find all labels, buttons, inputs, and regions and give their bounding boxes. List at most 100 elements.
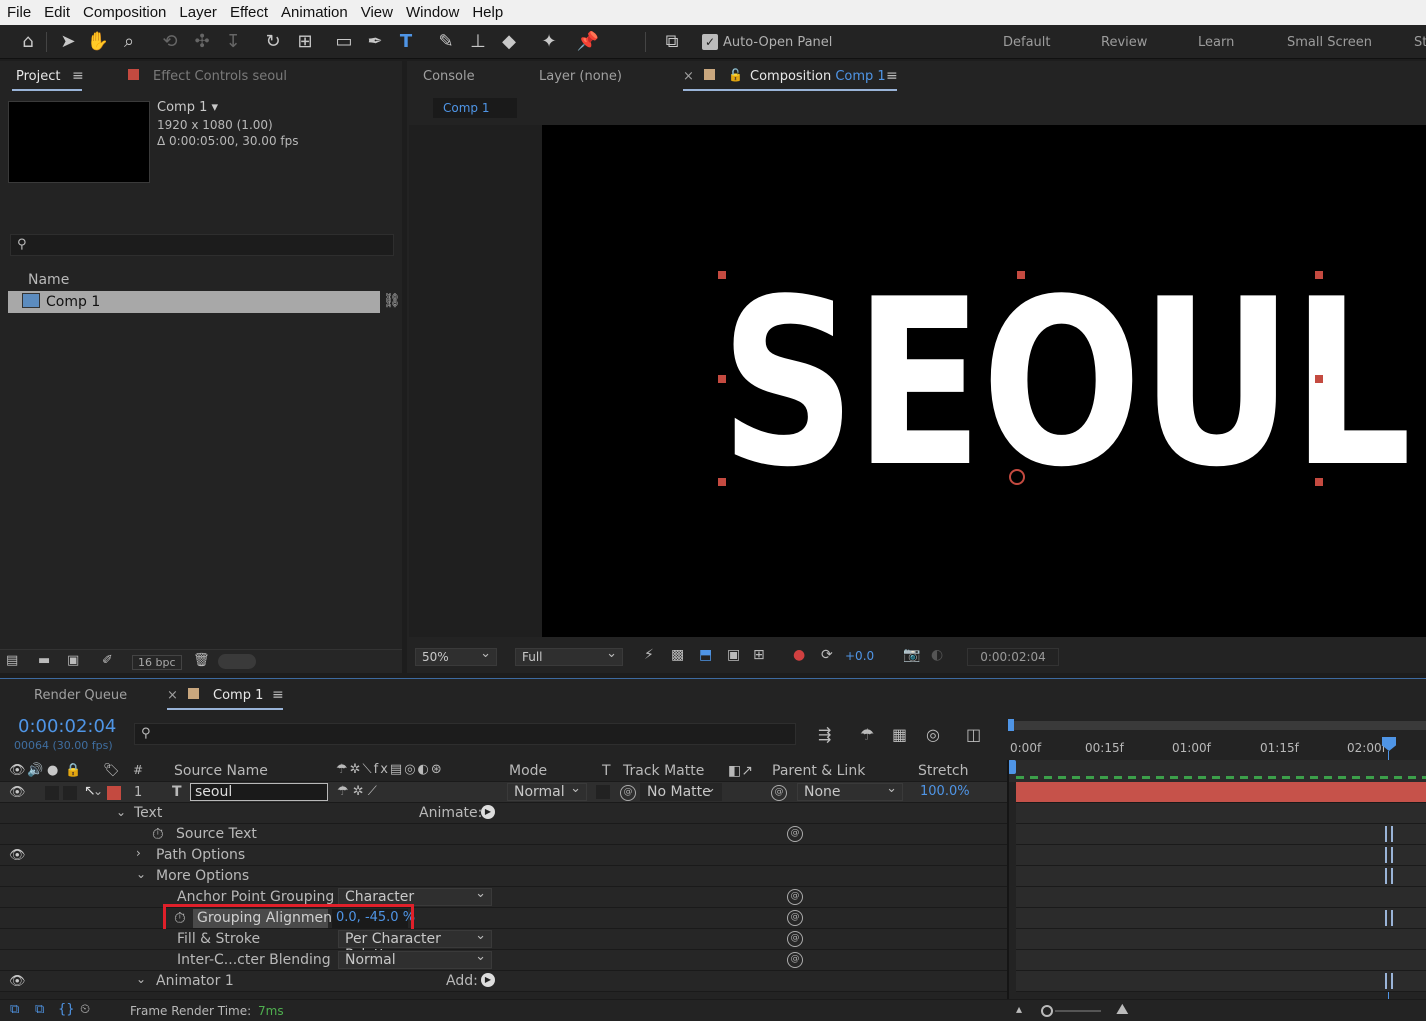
shy-layers-icon[interactable]: ☂ [860,725,874,744]
menu-animation[interactable]: Animation [274,4,354,21]
zoom-slider-handle[interactable] [1041,1005,1053,1017]
new-composition-icon[interactable]: ▣ [67,653,79,668]
blend-mode-dropdown[interactable]: Normal [507,781,587,801]
menu-window[interactable]: Window [399,4,465,21]
pick-whip-icon[interactable]: @ [620,785,636,801]
comp-sub-tab[interactable]: Comp 1 [433,98,517,118]
type-tool-icon[interactable]: T [394,30,418,54]
menu-file[interactable]: File [0,4,37,21]
audio-switch-icon[interactable]: 🔊 [27,763,43,778]
prop-row-more-options[interactable]: ⌄ More Options [0,866,1008,887]
work-area-bar[interactable] [1012,721,1426,730]
prop-row-anchor-grouping[interactable]: Anchor Point Grouping Character @ [0,886,1008,908]
stopwatch-icon[interactable]: ⏱ [152,825,164,843]
chevron-right-icon[interactable]: › [136,846,141,860]
video-switch-icon[interactable]: 👁 [9,763,26,778]
interpret-footage-icon[interactable]: ▤ [6,653,18,668]
bit-depth-button[interactable]: 16 bpc [132,655,182,670]
chevron-down-icon[interactable]: ⌄ [116,805,126,819]
rectangle-tool-icon[interactable]: ▭ [332,30,356,54]
composition-canvas[interactable]: SEOUL [542,125,1426,637]
seoul-text-layer[interactable]: SEOUL [720,265,1412,505]
zoom-in-icon[interactable]: ⛰ [1116,1000,1129,1018]
current-timecode[interactable]: 0:00:02:04 [18,716,116,737]
menu-edit[interactable]: Edit [37,4,76,21]
layer-switch-icons[interactable]: ☂ ✲ ⟋ [337,784,377,799]
zoom-out-icon[interactable]: ▴ [1016,1002,1022,1016]
keyframe-marker[interactable] [1385,868,1393,884]
zoom-slider-track[interactable] [1055,1010,1101,1012]
chevron-down-icon[interactable]: ⌄ [93,784,103,798]
fill-stroke-dropdown[interactable]: Per Character Palette [338,928,492,963]
lock-switch-icon[interactable]: 🔒 [65,763,81,778]
expression-pick-whip-icon[interactable]: @ [787,826,803,842]
blending-dropdown[interactable]: Normal [338,949,492,969]
pan-behind-tool-icon[interactable]: ⊞ [293,30,317,54]
tab-layer[interactable]: Layer (none) [539,69,622,84]
workspace-default[interactable]: Default [1003,35,1051,50]
tab-effect-controls[interactable]: Effect Controls seoul [153,69,287,84]
brush-tool-icon[interactable]: ✎ [434,30,458,54]
tab-comp-1[interactable]: Comp 1 [213,688,263,703]
region-of-interest-icon[interactable]: ▣ [727,647,740,663]
workspace-review[interactable]: Review [1101,35,1147,50]
expression-pick-whip-icon[interactable]: @ [787,931,803,947]
menu-effect[interactable]: Effect [223,4,274,21]
prop-row-path-options[interactable]: 👁 › Path Options [0,845,1008,866]
prop-row-source-text[interactable]: ⏱ Source Text @ [0,824,1008,845]
exposure-value[interactable]: +0.0 [845,649,874,663]
time-ruler[interactable]: 0:00f 00:15f 01:00f 01:15f 02:00f [1008,733,1426,761]
track-matte-dropdown[interactable]: No Matte [640,781,722,801]
eye-icon[interactable]: 👁 [9,974,26,989]
menu-composition[interactable]: Composition [76,4,172,21]
column-parent-link[interactable]: Parent & Link [772,763,865,779]
panel-menu-icon[interactable]: ≡ [72,68,84,84]
menu-help[interactable]: Help [465,4,509,21]
timeline-search-input[interactable]: ⚲ [134,723,796,745]
tab-composition[interactable]: Composition Comp 1 [750,69,886,84]
preserve-transparency-toggle[interactable] [596,785,610,799]
expression-pick-whip-icon[interactable]: @ [787,952,803,968]
transparency-grid-icon[interactable]: ▩ [671,647,684,663]
lock-toggle[interactable] [63,786,77,800]
chevron-down-icon[interactable]: ⌄ [136,972,146,986]
menu-view[interactable]: View [354,4,399,21]
column-stretch[interactable]: Stretch [918,763,969,779]
close-icon[interactable]: × [683,69,694,84]
expression-pick-whip-icon[interactable]: @ [787,889,803,905]
trash-icon[interactable]: 🗑 [193,653,210,668]
prop-row-blending[interactable]: Inter-C...cter Blending Normal @ [0,949,1008,971]
pen-tool-icon[interactable]: ✒ [363,30,387,54]
in-out-toggle-icon[interactable]: {} [58,1002,75,1017]
pan-tool-icon[interactable]: ✣ [190,30,214,54]
zoom-tool-icon[interactable]: ⌕ [117,30,141,54]
new-folder-icon[interactable]: ▬ [38,653,50,668]
eraser-tool-icon[interactable]: ◆ [497,30,521,54]
hand-tool-icon[interactable]: ✋ [86,30,110,54]
transfer-controls-toggle-icon[interactable]: ⧉ [35,1002,44,1017]
prop-row-animator[interactable]: 👁 ⌄ Animator 1 Add: ▶ [0,971,1008,992]
eye-icon[interactable]: 👁 [9,848,26,863]
lock-icon[interactable]: 🔓 [728,68,743,82]
keyframe-marker[interactable] [1385,973,1393,989]
flowchart-icon[interactable]: ⛓ [383,293,401,309]
prop-row-text[interactable]: ⌄ Text Animate: ▶ [0,803,1008,824]
dolly-tool-icon[interactable]: ↧ [221,30,245,54]
render-time-toggle-icon[interactable]: ⏲ [80,1002,90,1017]
parent-dropdown[interactable]: None [797,781,903,801]
label-icon[interactable]: 🏷 [103,763,120,778]
home-icon[interactable]: ⌂ [16,30,40,54]
comp-name-label[interactable]: Comp 1 ▾ [157,100,218,115]
parent-pick-whip-icon[interactable]: @ [771,785,787,801]
tab-render-queue[interactable]: Render Queue [34,688,127,703]
composition-flowchart-icon[interactable]: ⇶ [818,725,831,744]
keyframe-marker[interactable] [1385,847,1393,863]
graph-editor-icon[interactable]: ◫ [966,725,981,744]
adjust-icon[interactable]: ✐ [102,653,113,668]
tab-project[interactable]: Project [16,69,60,84]
layer-name-input[interactable]: seoul [190,783,328,801]
animate-play-icon[interactable]: ▶ [481,805,495,819]
workspace-learn[interactable]: Learn [1198,35,1234,50]
snapping-icon[interactable]: ⧉ [660,30,684,54]
color-channels-icon[interactable]: ● [793,647,805,663]
